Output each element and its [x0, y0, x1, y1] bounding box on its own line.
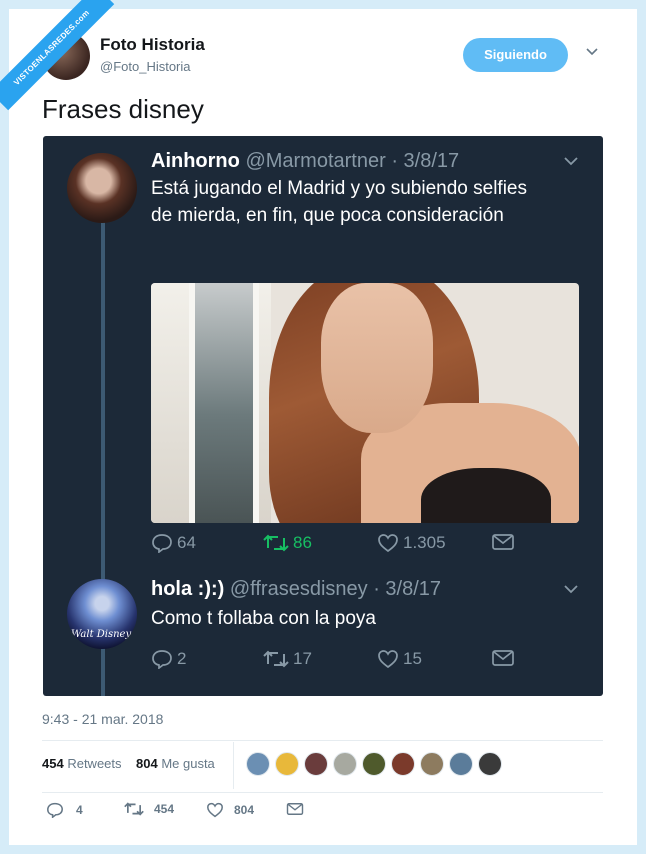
quoted-name-2: hola :):)	[151, 578, 225, 600]
chevron-down-icon[interactable]	[586, 45, 598, 59]
liker-avatar[interactable]	[304, 752, 328, 776]
quoted-handle-1: @Marmotartner	[245, 150, 386, 172]
envelope-icon	[492, 650, 514, 666]
reply-action: 64	[151, 533, 196, 553]
quoted-handle-2: @ffrasesdisney	[229, 578, 368, 600]
like-count: 1.305	[403, 533, 446, 552]
reply-icon	[47, 802, 63, 818]
reply-avatar-1	[67, 153, 137, 223]
quoted-screenshot: Ainhorno @Marmotartner · 3/8/17 Está jug…	[43, 136, 603, 696]
liker-avatar[interactable]	[333, 752, 357, 776]
chevron-down-icon	[564, 153, 578, 169]
quoted-header-1: Ainhorno @Marmotartner · 3/8/17	[151, 150, 459, 173]
liker-avatar[interactable]	[449, 752, 473, 776]
like-button[interactable]: 804	[206, 802, 254, 818]
like-action: 1.305	[377, 533, 446, 553]
divider	[42, 792, 603, 793]
reply-avatar-2: Walt Disney	[67, 579, 137, 649]
reply-count: 4	[76, 803, 83, 817]
retweet-icon	[263, 534, 289, 552]
following-button[interactable]: Siguiendo	[463, 38, 568, 72]
retweet-count: 17	[293, 649, 312, 668]
heart-icon	[207, 802, 223, 818]
like-action: 15	[377, 649, 422, 669]
tweet-card: VISTOENLASREDES.com Foto Historia @Foto_…	[0, 0, 637, 845]
retweet-icon	[263, 650, 289, 668]
reply-count: 64	[177, 533, 196, 552]
selfie-photo	[151, 283, 579, 523]
retweets-count[interactable]: 454	[42, 756, 64, 771]
envelope-icon	[492, 534, 514, 550]
retweet-button[interactable]: 454	[124, 802, 174, 816]
author-handle[interactable]: @Foto_Historia	[100, 59, 191, 74]
dm-action	[491, 649, 515, 667]
retweet-action: 17	[263, 649, 312, 669]
avatar-text: Walt Disney	[71, 629, 132, 640]
reply-action: 2	[151, 649, 186, 669]
retweet-count: 86	[293, 533, 312, 552]
divider	[42, 740, 603, 741]
tweet-text: Frases disney	[42, 94, 204, 124]
message-button[interactable]	[286, 802, 304, 816]
liker-avatar[interactable]	[420, 752, 444, 776]
reply-icon	[152, 650, 172, 669]
reply-button[interactable]: 4	[46, 802, 83, 818]
liker-avatar[interactable]	[246, 752, 270, 776]
retweet-count: 454	[154, 802, 175, 816]
likers-avatars	[246, 752, 502, 776]
liker-avatar[interactable]	[362, 752, 386, 776]
reply-icon	[152, 534, 172, 553]
chevron-down-icon	[564, 581, 578, 597]
reply-count: 2	[177, 649, 187, 668]
dm-action	[491, 533, 515, 551]
like-count: 15	[403, 649, 422, 668]
tweet-timestamp[interactable]: 9:43 - 21 mar. 2018	[42, 711, 163, 727]
retweet-action: 86	[263, 533, 312, 553]
retweets-label[interactable]: Retweets	[67, 756, 121, 771]
retweet-icon	[124, 802, 144, 816]
liker-avatar[interactable]	[391, 752, 415, 776]
divider	[233, 742, 234, 789]
heart-icon	[378, 534, 398, 553]
heart-icon	[378, 650, 398, 669]
quoted-header-2: hola :):) @ffrasesdisney · 3/8/17	[151, 578, 441, 601]
liker-avatar[interactable]	[478, 752, 502, 776]
envelope-icon	[286, 803, 304, 815]
quoted-date-2: · 3/8/17	[373, 578, 442, 600]
quoted-text-2: Como t follaba con la poya	[151, 608, 376, 629]
quoted-name-1: Ainhorno	[151, 150, 240, 172]
liker-avatar[interactable]	[275, 752, 299, 776]
like-count: 804	[234, 803, 255, 817]
likes-count[interactable]: 804	[136, 756, 158, 771]
quoted-date-1: · 3/8/17	[391, 150, 460, 172]
quoted-text-1: Está jugando el Madrid y yo subiendo sel…	[151, 178, 528, 226]
likes-label[interactable]: Me gusta	[161, 756, 214, 771]
engagement-stats: 454 Retweets 804 Me gusta	[42, 756, 215, 771]
author-name[interactable]: Foto Historia	[100, 35, 205, 55]
